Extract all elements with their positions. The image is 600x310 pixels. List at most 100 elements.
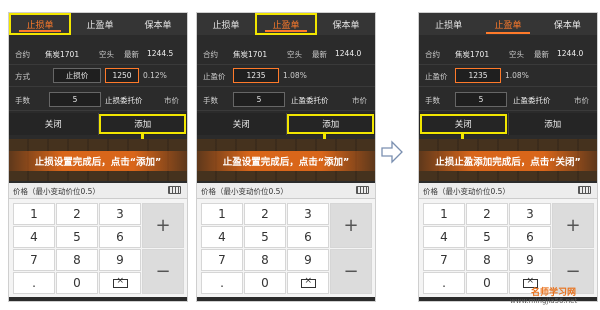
take-profit-input[interactable]: 1235 <box>233 68 279 83</box>
backspace-key[interactable] <box>99 272 141 294</box>
keyboard-title-bar: 价格（最小变动价位0.5） <box>419 183 597 199</box>
key-4[interactable]: 4 <box>201 226 243 248</box>
tab-stop-loss[interactable]: 止损单 <box>419 13 478 35</box>
key-1[interactable]: 1 <box>201 203 243 225</box>
latest-price: 1244.0 <box>335 49 362 58</box>
quantity-input[interactable]: 5 <box>455 92 507 107</box>
key-5[interactable]: 5 <box>56 226 98 248</box>
close-button[interactable]: 关闭 <box>9 113 98 135</box>
key-8[interactable]: 8 <box>56 249 98 271</box>
method-row: 方式 止损价 1250 0.12% <box>9 65 187 87</box>
take-profit-label: 止盈价 <box>425 72 448 81</box>
key-8[interactable]: 8 <box>466 249 508 271</box>
key-3[interactable]: 3 <box>509 203 551 225</box>
screen-panel-2: 止损单 止盈单 保本单 合约 焦炭1701 空头 最新 1244.0 止盈价 1… <box>196 12 376 302</box>
screen-panel-1: 止损单 止盈单 保本单 合约 焦炭1701 空头 最新 1244.5 方式 止损… <box>8 12 188 302</box>
add-button[interactable]: 添加 <box>507 113 598 135</box>
caption-band: 止盈设置完成后，点击“添加” <box>197 139 375 181</box>
key-1[interactable]: 1 <box>423 203 465 225</box>
key-4[interactable]: 4 <box>13 226 55 248</box>
order-price-type[interactable]: 市价 <box>164 95 179 106</box>
key-0[interactable]: 0 <box>244 272 286 294</box>
plus-key[interactable]: + <box>330 203 372 248</box>
key-5[interactable]: 5 <box>244 226 286 248</box>
key-3[interactable]: 3 <box>287 203 329 225</box>
order-price-label: 止损委托价 <box>105 96 143 105</box>
keyboard-icon[interactable] <box>168 186 181 194</box>
take-profit-row: 止盈价 1235 1.08% <box>197 65 375 87</box>
latest-price: 1244.0 <box>557 49 584 58</box>
take-profit-label: 止盈价 <box>203 72 226 81</box>
next-step-arrow-icon <box>381 140 403 164</box>
direction-value: 空头 <box>99 50 114 59</box>
keyboard-title: 价格（最小变动价位0.5） <box>13 187 100 196</box>
action-buttons: 关闭 添加 <box>197 113 375 135</box>
order-price-type[interactable]: 市价 <box>352 95 367 106</box>
quantity-label: 手数 <box>425 96 440 105</box>
key-2[interactable]: 2 <box>56 203 98 225</box>
key-dot[interactable]: . <box>201 272 243 294</box>
key-7[interactable]: 7 <box>13 249 55 271</box>
key-0[interactable]: 0 <box>466 272 508 294</box>
order-price-type[interactable]: 市价 <box>574 95 589 106</box>
key-3[interactable]: 3 <box>99 203 141 225</box>
key-7[interactable]: 7 <box>201 249 243 271</box>
tab-take-profit[interactable]: 止盈单 <box>255 13 317 35</box>
caption-band: 止损设置完成后，点击“添加” <box>9 139 187 181</box>
quantity-row: 手数 5 止盈委托价 市价 <box>419 89 597 111</box>
key-0[interactable]: 0 <box>56 272 98 294</box>
key-9[interactable]: 9 <box>509 249 551 271</box>
quantity-input[interactable]: 5 <box>49 92 101 107</box>
tab-stop-loss[interactable]: 止损单 <box>9 13 71 35</box>
contract-row: 合约 焦炭1701 空头 最新 1244.0 <box>419 43 597 65</box>
contract-label: 合约 <box>425 50 440 59</box>
key-dot[interactable]: . <box>423 272 465 294</box>
take-profit-percent: 1.08% <box>283 71 307 80</box>
caption-band: 止损止盈添加完成后，点击“关闭” <box>419 139 597 181</box>
key-2[interactable]: 2 <box>244 203 286 225</box>
key-6[interactable]: 6 <box>509 226 551 248</box>
quantity-input[interactable]: 5 <box>233 92 285 107</box>
key-6[interactable]: 6 <box>287 226 329 248</box>
minus-key[interactable]: − <box>142 249 184 294</box>
key-4[interactable]: 4 <box>423 226 465 248</box>
plus-key[interactable]: + <box>552 203 594 248</box>
keyboard-title-bar: 价格（最小变动价位0.5） <box>197 183 375 199</box>
close-button[interactable]: 关闭 <box>419 113 508 135</box>
keyboard-icon[interactable] <box>356 186 369 194</box>
numeric-keypad: 1 2 3 4 5 6 7 8 9 . 0 + − <box>9 199 187 297</box>
tab-breakeven[interactable]: 保本单 <box>317 13 375 35</box>
plus-key[interactable]: + <box>142 203 184 248</box>
key-2[interactable]: 2 <box>466 203 508 225</box>
direction-value: 空头 <box>287 50 302 59</box>
take-profit-row: 止盈价 1235 1.08% <box>419 65 597 87</box>
method-select[interactable]: 止损价 <box>53 68 101 83</box>
stop-price-input[interactable]: 1250 <box>105 68 139 83</box>
keyboard-icon[interactable] <box>578 186 591 194</box>
key-9[interactable]: 9 <box>287 249 329 271</box>
add-button[interactable]: 添加 <box>285 113 376 135</box>
key-7[interactable]: 7 <box>423 249 465 271</box>
tab-breakeven[interactable]: 保本单 <box>129 13 187 35</box>
latest-label: 最新 <box>124 50 139 59</box>
tab-take-profit[interactable]: 止盈单 <box>71 13 129 35</box>
keyboard-title-bar: 价格（最小变动价位0.5） <box>9 183 187 199</box>
tab-take-profit[interactable]: 止盈单 <box>478 13 537 35</box>
tab-breakeven[interactable]: 保本单 <box>538 13 597 35</box>
close-button[interactable]: 关闭 <box>197 113 286 135</box>
add-button[interactable]: 添加 <box>97 113 188 135</box>
key-9[interactable]: 9 <box>99 249 141 271</box>
watermark-url: www.mingjia56.net <box>510 297 578 305</box>
tab-stop-loss[interactable]: 止损单 <box>197 13 255 35</box>
backspace-key[interactable] <box>287 272 329 294</box>
minus-key[interactable]: − <box>330 249 372 294</box>
contract-value: 焦炭1701 <box>45 50 80 59</box>
key-8[interactable]: 8 <box>244 249 286 271</box>
key-1[interactable]: 1 <box>13 203 55 225</box>
latest-label: 最新 <box>534 50 549 59</box>
key-5[interactable]: 5 <box>466 226 508 248</box>
key-6[interactable]: 6 <box>99 226 141 248</box>
key-dot[interactable]: . <box>13 272 55 294</box>
contract-row: 合约 焦炭1701 空头 最新 1244.5 <box>9 43 187 65</box>
take-profit-input[interactable]: 1235 <box>455 68 501 83</box>
